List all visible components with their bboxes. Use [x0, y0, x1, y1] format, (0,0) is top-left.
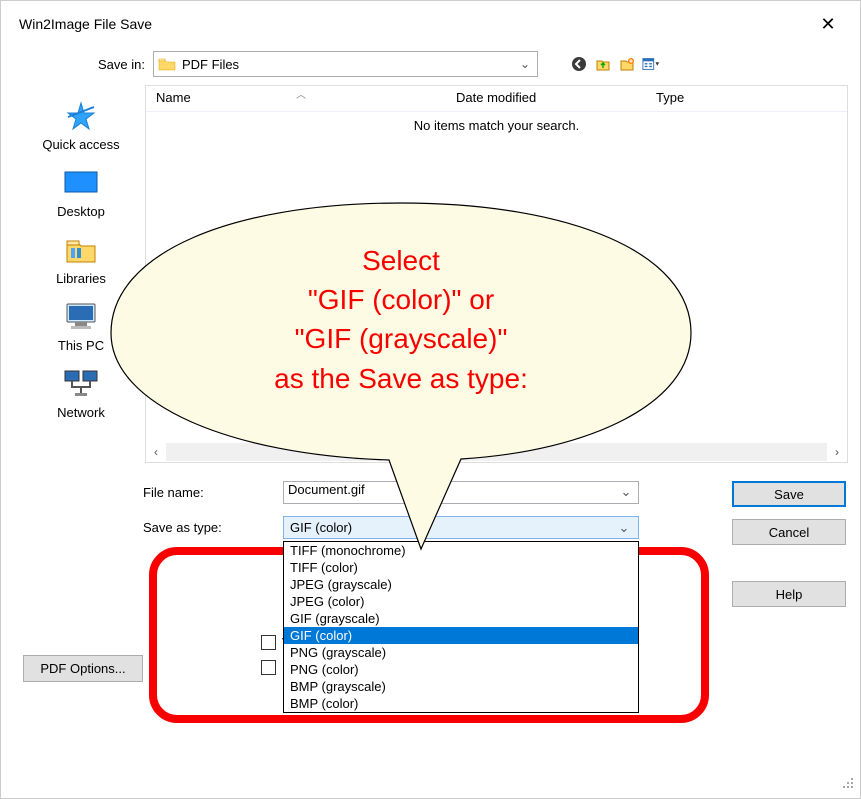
checkbox-icon[interactable] — [261, 660, 276, 675]
network-icon — [17, 365, 145, 403]
scroll-track[interactable] — [166, 443, 827, 461]
empty-message: No items match your search. — [146, 118, 847, 133]
column-date[interactable]: Date modified — [456, 90, 656, 105]
pdf-options-button[interactable]: PDF Options... — [23, 655, 143, 682]
dropdown-option[interactable]: JPEG (grayscale) — [284, 576, 638, 593]
save-as-type-label: Save as type: — [143, 520, 283, 535]
close-button[interactable]: ✕ — [808, 10, 848, 38]
dropdown-option[interactable]: GIF (color) — [284, 627, 638, 644]
body-row: Quick access Desktop Libraries This PC N… — [1, 83, 860, 463]
save-in-label: Save in: — [1, 57, 153, 72]
column-type[interactable]: Type — [656, 90, 847, 105]
this-pc-icon — [17, 298, 145, 336]
file-name-input[interactable]: Document.gif ⌄ — [283, 481, 639, 504]
save-as-type-dropdown[interactable]: TIFF (monochrome)TIFF (color)JPEG (grays… — [283, 541, 639, 713]
cancel-button[interactable]: Cancel — [732, 519, 846, 545]
place-label: Libraries — [17, 271, 145, 286]
back-icon[interactable] — [570, 55, 588, 73]
chevron-down-icon: ⌄ — [517, 57, 533, 71]
place-label: This PC — [17, 338, 145, 353]
dropdown-option[interactable]: PNG (color) — [284, 661, 638, 678]
close-icon: ✕ — [820, 14, 835, 34]
save-button[interactable]: Save — [732, 481, 846, 507]
view-menu-icon[interactable] — [642, 55, 660, 73]
place-network[interactable]: Network — [17, 365, 145, 420]
column-headers: Name ︿ Date modified Type — [146, 86, 847, 112]
place-label: Quick access — [17, 137, 145, 152]
file-listing[interactable]: Name ︿ Date modified Type No items match… — [145, 85, 848, 463]
save-in-row: Save in: PDF Files ⌄ — [1, 41, 860, 83]
window-title: Win2Image File Save — [19, 16, 152, 32]
desktop-icon — [17, 164, 145, 202]
dropdown-option[interactable]: BMP (grayscale) — [284, 678, 638, 695]
file-name-label: File name: — [143, 485, 283, 500]
horizontal-scrollbar[interactable]: ‹ › — [146, 442, 847, 462]
place-label: Network — [17, 405, 145, 420]
dropdown-option[interactable]: PNG (grayscale) — [284, 644, 638, 661]
fields-area: File name: Document.gif ⌄ Save as type: … — [143, 481, 716, 675]
places-bar: Quick access Desktop Libraries This PC N… — [17, 85, 145, 463]
folder-icon — [158, 57, 176, 71]
checkbox-icon[interactable] — [261, 635, 276, 650]
lower-panel: File name: Document.gif ⌄ Save as type: … — [1, 463, 860, 675]
title-bar: Win2Image File Save ✕ — [1, 1, 860, 41]
sort-up-icon: ︿ — [296, 86, 306, 101]
save-in-value: PDF Files — [182, 57, 517, 72]
chevron-down-icon: ⌄ — [616, 520, 632, 536]
quick-access-icon — [17, 97, 145, 135]
toolbar-icons — [570, 55, 660, 73]
pdf-options-area: PDF Options... — [23, 655, 143, 682]
scroll-left-icon[interactable]: ‹ — [146, 442, 166, 462]
place-desktop[interactable]: Desktop — [17, 164, 145, 219]
save-in-combo[interactable]: PDF Files ⌄ — [153, 51, 538, 77]
dropdown-option[interactable]: GIF (grayscale) — [284, 610, 638, 627]
dropdown-option[interactable]: TIFF (monochrome) — [284, 542, 638, 559]
place-this-pc[interactable]: This PC — [17, 298, 145, 353]
help-button[interactable]: Help — [732, 581, 846, 607]
save-as-type-combo[interactable]: GIF (color) ⌄ — [283, 516, 639, 539]
place-libraries[interactable]: Libraries — [17, 231, 145, 286]
dropdown-option[interactable]: JPEG (color) — [284, 593, 638, 610]
place-label: Desktop — [17, 204, 145, 219]
scroll-right-icon[interactable]: › — [827, 442, 847, 462]
up-folder-icon[interactable] — [594, 55, 612, 73]
dropdown-option[interactable]: TIFF (color) — [284, 559, 638, 576]
save-as-type-row: Save as type: GIF (color) ⌄ — [143, 516, 716, 539]
resize-grip-icon[interactable] — [840, 775, 854, 792]
dialog-buttons: Save Cancel Help — [732, 481, 846, 675]
column-name[interactable]: Name ︿ — [156, 90, 456, 105]
file-name-row: File name: Document.gif ⌄ — [143, 481, 716, 504]
new-folder-icon[interactable] — [618, 55, 636, 73]
chevron-down-icon: ⌄ — [618, 484, 634, 500]
libraries-icon — [17, 231, 145, 269]
place-quick-access[interactable]: Quick access — [17, 97, 145, 152]
dropdown-option[interactable]: BMP (color) — [284, 695, 638, 712]
